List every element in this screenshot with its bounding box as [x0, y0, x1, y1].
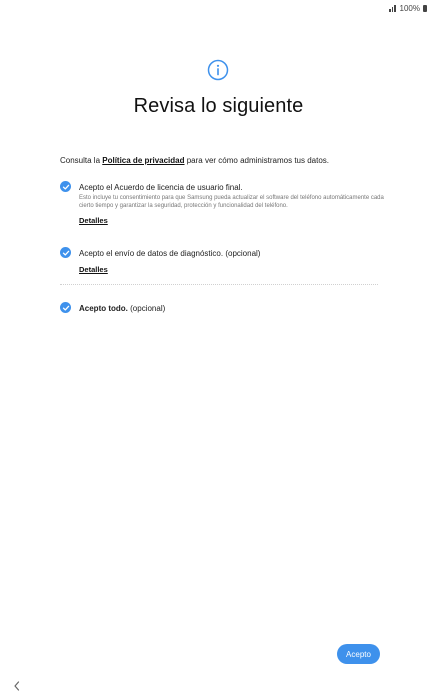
- privacy-intro: Consulta la Política de privacidad para …: [60, 156, 390, 165]
- checkmark-icon: [62, 250, 69, 256]
- diagnostic-optional: (opcional): [225, 249, 261, 258]
- intro-suffix: para ver cómo administramos tus datos.: [184, 156, 330, 165]
- checkmark-icon: [62, 184, 69, 190]
- privacy-policy-link[interactable]: Política de privacidad: [102, 156, 184, 165]
- checkmark-icon: [62, 305, 69, 311]
- eula-text: Acepto el Acuerdo de licencia de usuario…: [79, 182, 384, 228]
- divider: [60, 284, 378, 285]
- page-title: Revisa lo siguiente: [133, 95, 304, 117]
- diagnostic-label-line: Acepto el envío de datos de diagnóstico.…: [79, 248, 384, 259]
- eula-label: Acepto el Acuerdo de licencia de usuario…: [79, 183, 243, 192]
- diagnostic-details-link[interactable]: Detalles: [79, 265, 108, 274]
- diagnostic-text: Acepto el envío de datos de diagnóstico.…: [79, 248, 384, 277]
- eula-details-link[interactable]: Detalles: [79, 216, 108, 225]
- accept-all-label: Acepto todo.: [79, 304, 128, 313]
- diagnostic-checkbox[interactable]: [60, 247, 71, 258]
- eula-checkbox[interactable]: [60, 181, 71, 192]
- battery-percentage: 100%: [399, 3, 420, 13]
- accept-all-label-line: Acepto todo. (opcional): [79, 303, 384, 314]
- eula-description: Esto incluye tu consentimiento para que …: [79, 195, 384, 209]
- accept-all-checkbox[interactable]: [60, 302, 71, 313]
- diagnostic-label: Acepto el envío de datos de diagnóstico.: [79, 249, 224, 258]
- signal-icon: [389, 4, 396, 12]
- status-bar: 100%: [389, 2, 427, 14]
- info-icon: [207, 59, 229, 81]
- battery-icon: [423, 4, 427, 12]
- accept-all-optional: (opcional): [130, 304, 166, 313]
- accept-all-text: Acepto todo. (opcional): [79, 303, 384, 314]
- chevron-left-icon[interactable]: [12, 680, 22, 692]
- intro-prefix: Consulta la: [60, 156, 103, 165]
- accept-button[interactable]: Acepto: [337, 644, 380, 664]
